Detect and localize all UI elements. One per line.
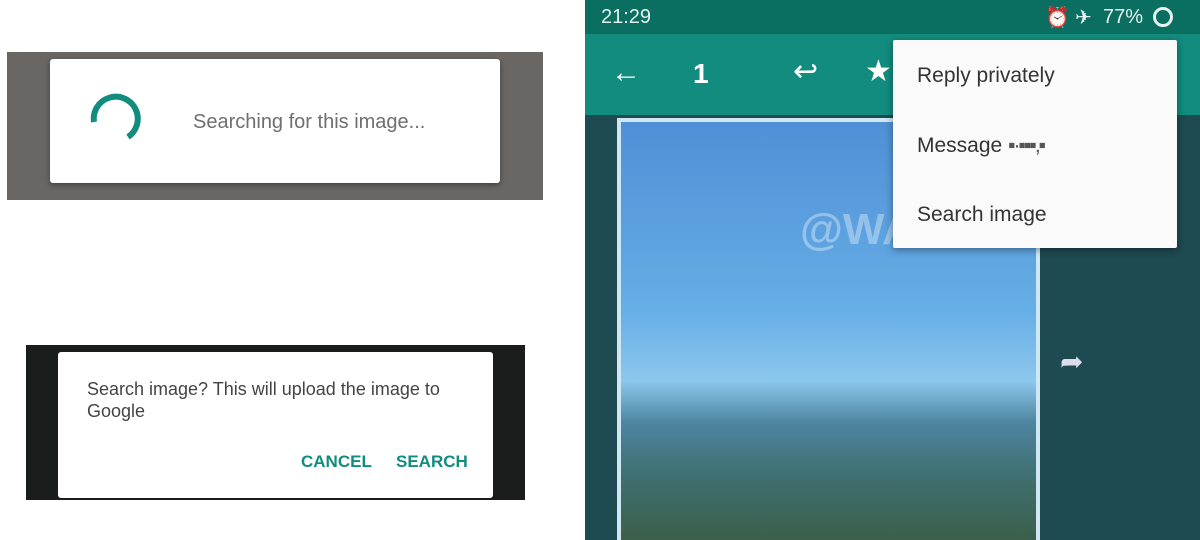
status-bar: 21:29 ⏰ ✈ 77% (585, 0, 1200, 34)
cancel-button[interactable]: CANCEL (301, 452, 372, 472)
airplane-icon: ✈ (1075, 7, 1092, 29)
searching-message: Searching for this image... (193, 111, 426, 133)
forward-icon[interactable]: ➦ (1060, 345, 1083, 378)
back-arrow-icon[interactable]: ← (611, 56, 641, 90)
selected-count: 1 (693, 58, 709, 89)
star-icon[interactable]: ★ (865, 54, 892, 89)
confirm-message: Search image? This will upload the image… (87, 379, 440, 421)
alarm-icon: ⏰ (1045, 7, 1070, 29)
battery-icon (1153, 7, 1173, 27)
search-image-confirm-dialog: Search image? This will upload the image… (58, 352, 493, 498)
whatsapp-phone-screen: 21:29 ⏰ ✈ 77% ← 1 ↩ ★ @WABetaInfo ➦ Repl… (585, 0, 1200, 540)
overflow-menu: Reply privately Message ▪·▪▪▪,▪ Search i… (893, 40, 1177, 248)
menu-item-label: Message (917, 134, 1003, 157)
searching-dialog: Searching for this image... (50, 59, 500, 183)
loading-spinner-icon (90, 93, 141, 140)
reply-icon[interactable]: ↩ (793, 54, 818, 89)
status-time: 21:29 (601, 6, 652, 28)
menu-item-reply-privately[interactable]: Reply privately (917, 64, 1055, 88)
menu-item-search-image[interactable]: Search image (917, 203, 1047, 227)
battery-percent: 77% (1103, 6, 1144, 28)
search-button[interactable]: SEARCH (396, 452, 468, 472)
menu-item-message-contact[interactable]: Message ▪·▪▪▪,▪ (917, 134, 1046, 158)
redacted-contact-name: ▪·▪▪▪,▪ (1008, 134, 1046, 157)
